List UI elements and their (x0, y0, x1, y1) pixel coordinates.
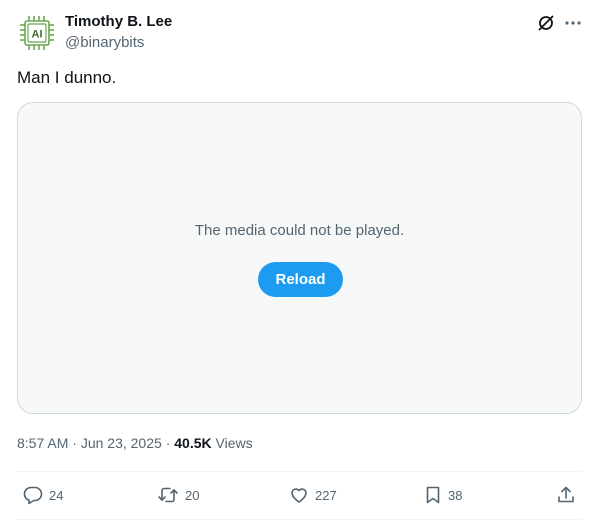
bookmark-count: 38 (448, 487, 463, 503)
bookmark-icon (426, 486, 440, 504)
tweet: AI Timothy B. Lee @binarybits Man I dunn… (0, 0, 599, 520)
like-count: 227 (315, 487, 337, 503)
meta-separator: · (72, 435, 77, 451)
meta-separator: · (165, 435, 171, 451)
retweet-count: 20 (185, 487, 200, 503)
media-container[interactable]: The media could not be played. Reload (17, 102, 582, 414)
like-button[interactable]: 227 (289, 484, 337, 506)
retweet-button[interactable]: 20 (157, 484, 199, 506)
share-icon (558, 486, 574, 503)
reload-button[interactable]: Reload (258, 262, 343, 297)
media-error-message: The media could not be played. (194, 222, 405, 239)
tweet-text: Man I dunno. (17, 68, 117, 87)
bookmark-button[interactable]: 38 (424, 484, 462, 506)
more-icon[interactable] (562, 12, 584, 34)
tweet-date[interactable]: Jun 23, 2025 (81, 435, 162, 451)
tweet-time[interactable]: 8:57 AM (17, 435, 68, 451)
share-button[interactable] (556, 484, 576, 506)
reply-button[interactable]: 24 (23, 484, 63, 506)
reply-count: 24 (49, 487, 64, 503)
heart-icon (291, 488, 307, 503)
tweet-meta: 8:57 AM · Jun 23, 2025 · 40.5K Views (17, 435, 253, 451)
divider (17, 471, 582, 472)
more-dots-icon (565, 21, 581, 25)
chip-avatar-icon: AI (20, 16, 54, 50)
grok-icon-svg (538, 15, 554, 31)
author-handle[interactable]: @binarybits (65, 34, 144, 51)
author-name[interactable]: Timothy B. Lee (65, 13, 172, 30)
retweet-icon (158, 487, 178, 503)
reply-icon (23, 486, 43, 505)
avatar[interactable]: AI (18, 14, 56, 52)
grok-icon[interactable] (535, 12, 557, 34)
views-label: Views (215, 435, 253, 451)
avatar-text: AI (32, 29, 43, 41)
views-count: 40.5K (174, 435, 212, 451)
